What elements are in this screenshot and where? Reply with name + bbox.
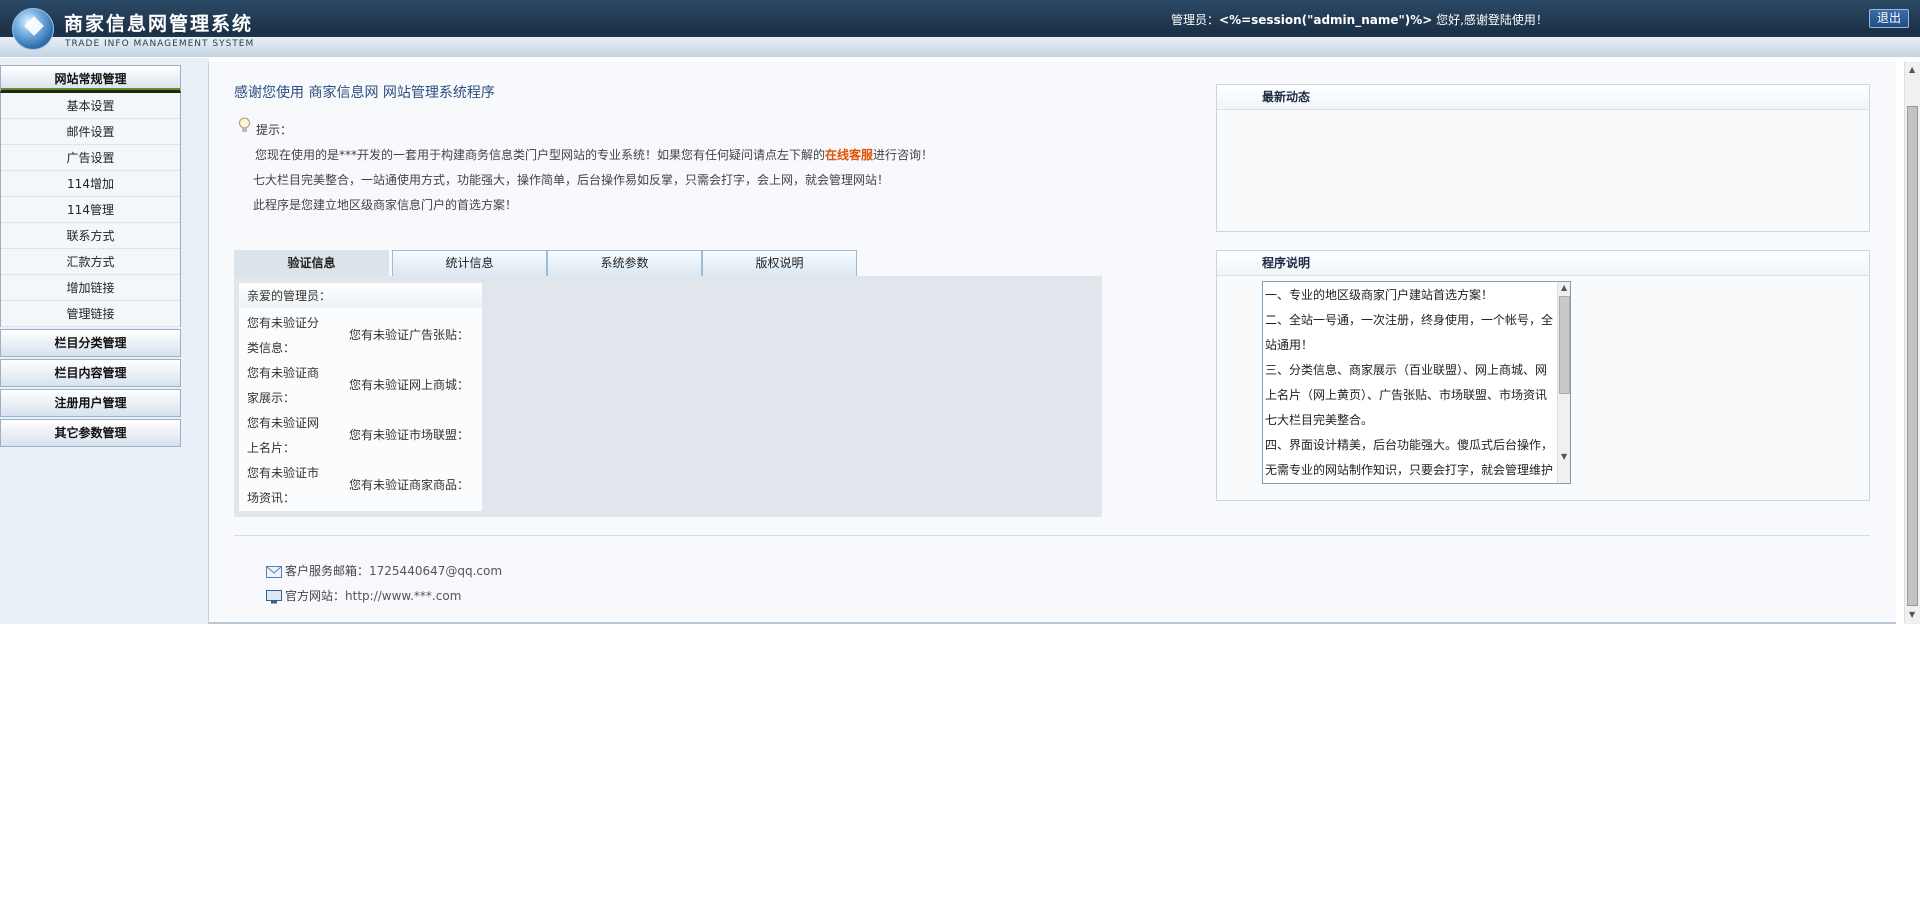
verify-online-mall: 您有未验证网上商城： xyxy=(349,378,470,392)
submenu-item-114-add[interactable]: 114增加 xyxy=(1,171,180,197)
footer-email: 客户服务邮箱：1725440647@qq.com xyxy=(266,562,502,579)
logout-button[interactable]: 退出 xyxy=(1869,9,1909,28)
menu-group-users[interactable]: 注册用户管理 xyxy=(0,389,181,417)
tab-system-params[interactable]: 系统参数 xyxy=(547,250,702,276)
top-header: 商家信息网管理系统 TRADE INFO MANAGEMENT SYSTEM 管… xyxy=(0,0,1920,57)
menu-group-site-settings[interactable]: 网站常规管理 xyxy=(0,65,181,93)
hint-line-2: 七大栏目完美整合，一站通使用方式，功能强大，操作简单，后台操作易如反掌，只需会打… xyxy=(253,173,890,187)
notes-scrollbar[interactable]: ▲ ▼ xyxy=(1557,282,1570,483)
tab-copyright[interactable]: 版权说明 xyxy=(702,250,857,276)
hint-line-1-pre: 您现在使用的是***开发的一套用于构建商务信息类门户型网站的专业系统！如果您有任… xyxy=(255,148,826,162)
lightbulb-icon xyxy=(239,117,250,132)
footer-divider xyxy=(234,535,1870,536)
submenu-item-add-link[interactable]: 增加链接 xyxy=(1,275,180,301)
website-value[interactable]: http://www.***.com xyxy=(345,589,461,603)
tab-verify[interactable]: 验证信息 xyxy=(234,250,389,276)
app-title: 商家信息网管理系统 xyxy=(64,13,254,35)
submenu-item-contact[interactable]: 联系方式 xyxy=(1,223,180,249)
email-value: 1725440647@qq.com xyxy=(369,564,503,578)
email-label: 客户服务邮箱： xyxy=(285,564,370,578)
menu-group-category[interactable]: 栏目分类管理 xyxy=(0,329,181,357)
page-title: 感谢您使用 商家信息网 网站管理系统程序 xyxy=(234,85,495,101)
hint-label: 提示： xyxy=(256,123,293,137)
notes-panel: 程序说明 一、专业的地区级商家门户建站首选方案！ 二、全站一号通，一次注册，终身… xyxy=(1216,250,1870,501)
scroll-down-icon[interactable]: ▼ xyxy=(1561,452,1567,461)
verify-merchant-show: 您有未验证商家展示： xyxy=(247,366,320,405)
verify-market-news: 您有未验证市场资讯： xyxy=(247,466,320,505)
submenu: 基本设置 邮件设置 广告设置 114增加 114管理 联系方式 汇款方式 增加链… xyxy=(0,93,181,327)
verify-merchant-goods: 您有未验证商家商品： xyxy=(349,478,470,492)
submenu-item-remittance[interactable]: 汇款方式 xyxy=(1,249,180,275)
admin-label: 管理员： xyxy=(1171,13,1220,27)
verify-market-alliance: 您有未验证市场联盟： xyxy=(349,428,470,442)
page-scrollbar[interactable]: ▲ ▼ xyxy=(1904,62,1920,624)
page-scroll-down-icon[interactable]: ▼ xyxy=(1909,610,1915,619)
notes-textarea[interactable]: 一、专业的地区级商家门户建站首选方案！ 二、全站一号通，一次注册，终身使用，一个… xyxy=(1262,281,1571,484)
verify-table-header: 亲爱的管理员： xyxy=(239,283,482,308)
tab-statistics[interactable]: 统计信息 xyxy=(392,250,547,276)
verify-classified: 您有未验证分类信息： xyxy=(247,316,320,355)
website-label: 官方网站： xyxy=(285,589,346,603)
admin-suffix: 您好,感谢登陆使用！ xyxy=(1432,13,1548,27)
submenu-item-mail-settings[interactable]: 邮件设置 xyxy=(1,119,180,145)
info-tabs: 验证信息 统计信息 系统参数 版权说明 xyxy=(234,250,1102,276)
footer-website: 官方网站：http://www.***.com xyxy=(266,587,461,604)
website-icon xyxy=(266,589,282,603)
page-scroll-up-icon[interactable]: ▲ xyxy=(1909,65,1915,74)
hint-line-3: 此程序是您建立地区级商家信息门户的首选方案！ xyxy=(253,198,518,212)
menu-group-content[interactable]: 栏目内容管理 xyxy=(0,359,181,387)
news-panel: 最新动态 xyxy=(1216,84,1870,232)
sidebar: 网站常规管理 基本设置 邮件设置 广告设置 114增加 114管理 联系方式 汇… xyxy=(0,58,209,624)
verify-ads: 您有未验证广告张贴： xyxy=(349,328,470,342)
online-service-link[interactable]: 在线客服 xyxy=(825,148,873,162)
admin-greeting: 管理员：<%=session("admin_name")%> 您好,感谢登陆使用… xyxy=(1171,11,1548,28)
app-subtitle: TRADE INFO MANAGEMENT SYSTEM xyxy=(65,39,255,49)
sidebar-panel: 网站常规管理 基本设置 邮件设置 广告设置 114增加 114管理 联系方式 汇… xyxy=(0,65,181,447)
menu-group-other[interactable]: 其它参数管理 xyxy=(0,419,181,447)
mail-icon xyxy=(266,565,282,578)
hint-line-1-post: 进行咨询！ xyxy=(873,148,934,162)
submenu-item-manage-link[interactable]: 管理链接 xyxy=(1,301,180,327)
scroll-up-icon[interactable]: ▲ xyxy=(1561,283,1567,292)
submenu-item-ad-settings[interactable]: 广告设置 xyxy=(1,145,180,171)
submenu-item-basic-settings[interactable]: 基本设置 xyxy=(1,93,180,119)
admin-name: <%=session("admin_name")%> xyxy=(1219,13,1433,27)
verify-business-card: 您有未验证网上名片： xyxy=(247,416,320,455)
notes-panel-title: 程序说明 xyxy=(1217,251,1869,276)
submenu-item-114-manage[interactable]: 114管理 xyxy=(1,197,180,223)
header-strip xyxy=(0,37,1920,57)
notes-text: 一、专业的地区级商家门户建站首选方案！ 二、全站一号通，一次注册，终身使用，一个… xyxy=(1265,288,1554,477)
page-scroll-thumb[interactable] xyxy=(1907,106,1918,606)
news-panel-title: 最新动态 xyxy=(1217,85,1869,110)
notes-scroll-thumb[interactable] xyxy=(1559,296,1570,394)
hint-line-1: 您现在使用的是***开发的一套用于构建商务信息类门户型网站的专业系统！如果您有任… xyxy=(255,146,933,163)
verify-table: 亲爱的管理员： 您有未验证分类信息： 您有未验证广告张贴： 您有未验证商家展示：… xyxy=(239,283,482,511)
